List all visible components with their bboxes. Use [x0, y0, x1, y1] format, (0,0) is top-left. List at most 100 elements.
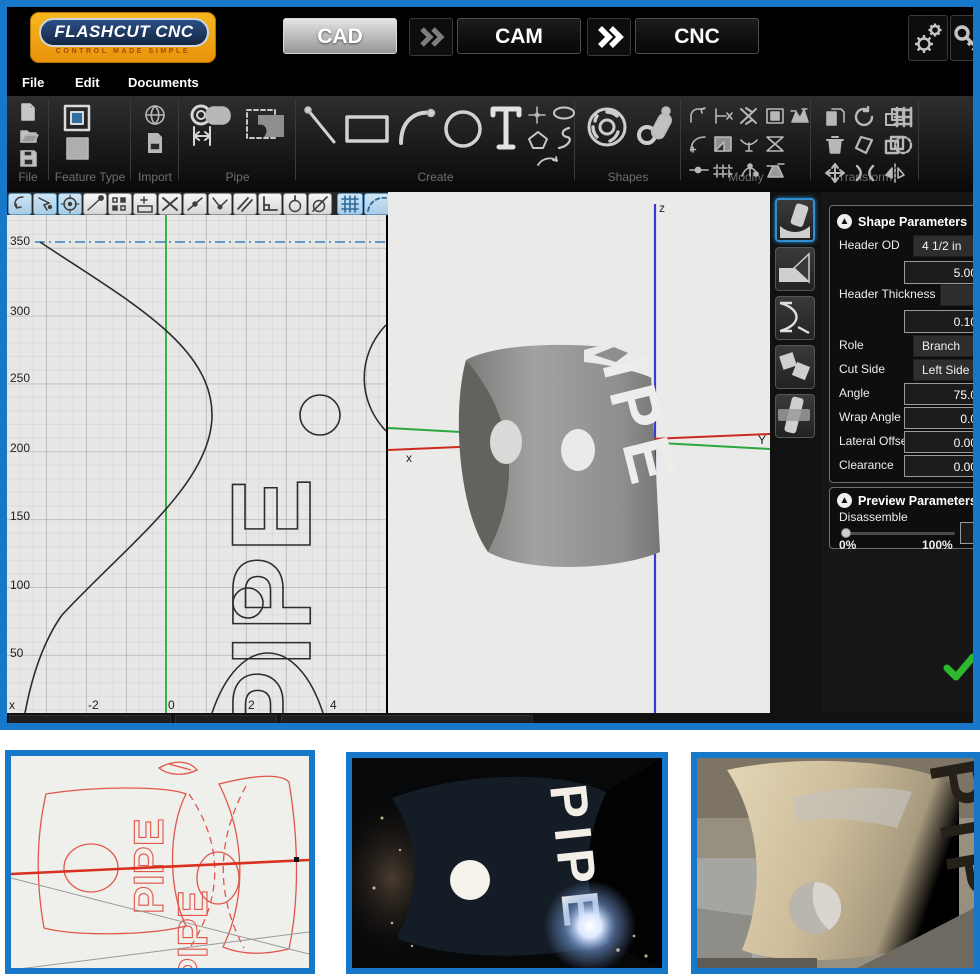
- role-dropdown[interactable]: Branch: [913, 335, 980, 357]
- create-circle-button[interactable]: [441, 107, 485, 156]
- create-ellipse-button[interactable]: [551, 105, 577, 126]
- collapse-shape-parameters-icon[interactable]: ▲: [837, 214, 852, 229]
- modify-trim-button[interactable]: [712, 106, 734, 131]
- x-tick-n2: -2: [88, 698, 99, 712]
- import-online-button[interactable]: [143, 103, 167, 132]
- modify-node-edit-button[interactable]: [738, 162, 760, 185]
- cut-side-label: Cut Side: [839, 362, 885, 376]
- menu-edit[interactable]: Edit: [75, 75, 100, 90]
- slider-thumb[interactable]: [841, 528, 851, 538]
- template-miter-button[interactable]: [775, 247, 815, 291]
- modify-arc-add-button[interactable]: [688, 134, 708, 159]
- snap-center-tool[interactable]: [58, 193, 82, 215]
- transform-circular-array-button[interactable]: [891, 134, 915, 161]
- viewport-3d[interactable]: IPE z x Y: [388, 192, 770, 713]
- y-tick-150: 150: [10, 509, 30, 523]
- create-line-button[interactable]: [303, 105, 339, 154]
- shape-pipe-joint-button[interactable]: [635, 105, 679, 154]
- disassemble-slider[interactable]: [841, 528, 955, 538]
- select-point-tool[interactable]: [33, 193, 57, 215]
- create-polygon-button[interactable]: [527, 129, 549, 156]
- disassemble-field[interactable]: 0: [960, 522, 980, 544]
- create-text-button[interactable]: [489, 103, 523, 156]
- modify-gusset-button[interactable]: [764, 134, 786, 159]
- snap-extend-tool[interactable]: [133, 193, 157, 215]
- transform-rotate-button[interactable]: [853, 106, 877, 133]
- transform-mirror-button[interactable]: [883, 162, 907, 189]
- create-rectangle-button[interactable]: [343, 113, 391, 150]
- grid-toggle-button[interactable]: [337, 193, 363, 215]
- lateral-offset-field[interactable]: 0.00: [904, 431, 980, 453]
- shape-flange-button[interactable]: [585, 105, 629, 154]
- slider-min-label: 0%: [839, 538, 856, 552]
- confirm-check-button[interactable]: [942, 652, 978, 682]
- viewport-2d[interactable]: PIPE 350 300 250 200 150 100 50 x -2 0 2…: [7, 215, 386, 713]
- menu-documents[interactable]: Documents: [128, 75, 199, 90]
- modify-break-button[interactable]: [688, 162, 710, 183]
- snap-tangent-tool[interactable]: [283, 193, 307, 215]
- select-curve-tool[interactable]: [8, 193, 32, 215]
- ribbon-separator: [295, 100, 296, 180]
- snap-midpoint-tool[interactable]: [183, 193, 207, 215]
- snap-perpendicular-tool[interactable]: [258, 193, 282, 215]
- settings-button[interactable]: [908, 15, 948, 61]
- cam-to-cnc-button[interactable]: [587, 18, 631, 56]
- y-tick-300: 300: [10, 304, 30, 318]
- transform-delete-button[interactable]: [823, 134, 847, 161]
- create-point-button[interactable]: [527, 105, 547, 130]
- preview-parameters-box: ▲ Preview Parameters Disassemble 0% 100%…: [829, 487, 980, 549]
- snap-parallel-tool[interactable]: [233, 193, 257, 215]
- snap-tangent-line-tool[interactable]: [308, 193, 332, 215]
- modify-weld-button[interactable]: [764, 162, 786, 185]
- modify-knockout-button[interactable]: [788, 106, 810, 131]
- snap-intersection-tool[interactable]: [158, 193, 182, 215]
- transform-skew-button[interactable]: [853, 134, 877, 161]
- template-segments-button[interactable]: [775, 345, 815, 389]
- create-spline-button[interactable]: [553, 125, 575, 156]
- cut-side-dropdown[interactable]: Left Side: [913, 359, 980, 381]
- group-label-feature-type: Feature Type: [49, 170, 131, 184]
- header-thickness-dropdown[interactable]: [940, 284, 980, 306]
- modify-fence-button[interactable]: [712, 162, 734, 185]
- pipe-od-button[interactable]: [190, 103, 238, 154]
- modify-fillet-button[interactable]: [688, 106, 708, 131]
- save-button[interactable]: [17, 147, 39, 174]
- modify-cut-button[interactable]: [738, 106, 760, 131]
- tab-cad[interactable]: CAD: [283, 18, 397, 54]
- template-saddle-button[interactable]: [775, 198, 815, 242]
- template-pass-through-button[interactable]: [775, 394, 815, 438]
- slider-track: [841, 532, 955, 535]
- angle-field[interactable]: 75.0: [904, 383, 980, 405]
- transform-move-button[interactable]: [823, 162, 847, 189]
- modify-tee-button[interactable]: [738, 134, 760, 159]
- pipe-trim-button[interactable]: [244, 107, 290, 148]
- menu-file[interactable]: File: [22, 75, 44, 90]
- cad-to-cam-button[interactable]: [409, 18, 453, 56]
- transform-grid-button[interactable]: [891, 106, 915, 133]
- shape-parameters-title: Shape Parameters: [858, 215, 967, 229]
- header-od-dropdown[interactable]: 4 1/2 in: [913, 235, 980, 257]
- snap-endpoint-tool[interactable]: [83, 193, 107, 215]
- transform-copy-button[interactable]: [823, 106, 847, 133]
- create-arc-button[interactable]: [395, 105, 437, 154]
- feature-type-outer-button[interactable]: [62, 103, 92, 138]
- tab-cam[interactable]: CAM: [457, 18, 581, 54]
- transform-stretch-button[interactable]: [853, 162, 877, 189]
- import-file-button[interactable]: [145, 131, 165, 160]
- collapse-preview-parameters-icon[interactable]: ▲: [837, 493, 852, 508]
- arc-display-button[interactable]: [364, 193, 390, 215]
- header-thickness-field[interactable]: 0.10: [904, 310, 980, 333]
- snap-grid-tool[interactable]: [108, 193, 132, 215]
- modify-corner-button[interactable]: [712, 134, 734, 159]
- create-arc2-button[interactable]: [535, 153, 561, 174]
- template-saddle-curve-button[interactable]: [775, 296, 815, 340]
- snap-vertex-tool[interactable]: [208, 193, 232, 215]
- header-od-field[interactable]: 5.00: [904, 261, 980, 284]
- header-od-label: Header OD: [839, 238, 900, 252]
- clearance-field[interactable]: 0.00: [904, 455, 980, 477]
- modify-offset-button[interactable]: [764, 106, 786, 131]
- wrap-angle-field[interactable]: 0.0: [904, 407, 980, 429]
- feature-type-fill-button[interactable]: [65, 136, 91, 167]
- license-key-button[interactable]: [950, 15, 980, 61]
- tab-cnc[interactable]: CNC: [635, 18, 759, 54]
